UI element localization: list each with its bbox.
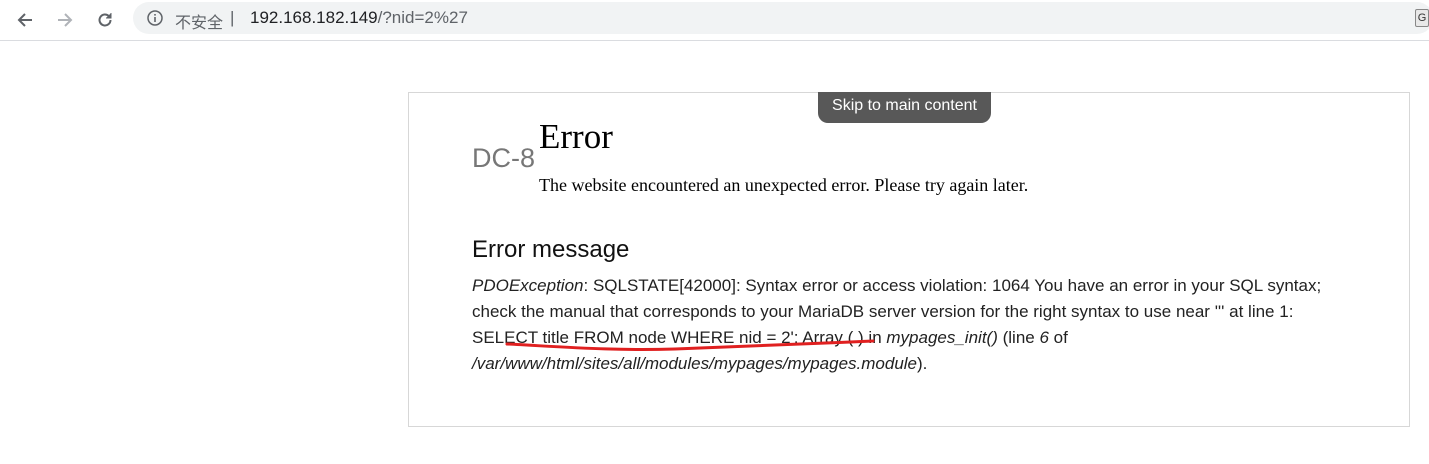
url-host: 192.168.182.149 (250, 8, 378, 27)
error-panel: Skip to main content DC-8 Error The webs… (408, 92, 1410, 427)
forward-arrow-icon[interactable] (51, 6, 79, 34)
url-path: /?nid=2%27 (377, 8, 468, 27)
browser-toolbar: 不安全 | 192.168.182.149/?nid=2%27 G (0, 0, 1429, 41)
error-description: The website encountered an unexpected er… (539, 175, 1029, 195)
function-name: mypages_init() (886, 328, 998, 347)
error-message-heading: Error message (472, 236, 630, 263)
info-icon[interactable] (147, 10, 163, 26)
reload-icon[interactable] (91, 6, 119, 34)
address-separator: | (230, 8, 235, 27)
error-message-text: (line (997, 328, 1040, 347)
error-message-body: PDOException: SQLSTATE[42000]: Syntax er… (472, 273, 1342, 377)
skip-to-main-link[interactable]: Skip to main content (818, 92, 991, 123)
file-path: /var/www/html/sites/all/modules/mypages/… (472, 354, 918, 373)
site-name[interactable]: DC-8 (472, 143, 535, 174)
red-underline-annotation (505, 339, 875, 352)
exception-name: PDOException (472, 276, 584, 295)
security-label[interactable]: 不安全 (175, 9, 223, 33)
error-message-text: of (1048, 328, 1068, 347)
back-arrow-icon[interactable] (11, 6, 39, 34)
line-number: 6 (1039, 328, 1049, 347)
page-title: Error (539, 117, 613, 156)
address-bar[interactable]: 不安全 | 192.168.182.149/?nid=2%27 (133, 2, 1429, 34)
error-message-text: ). (917, 354, 928, 373)
url-text[interactable]: 192.168.182.149/?nid=2%27 (250, 8, 468, 28)
extension-icon[interactable]: G (1415, 9, 1429, 27)
